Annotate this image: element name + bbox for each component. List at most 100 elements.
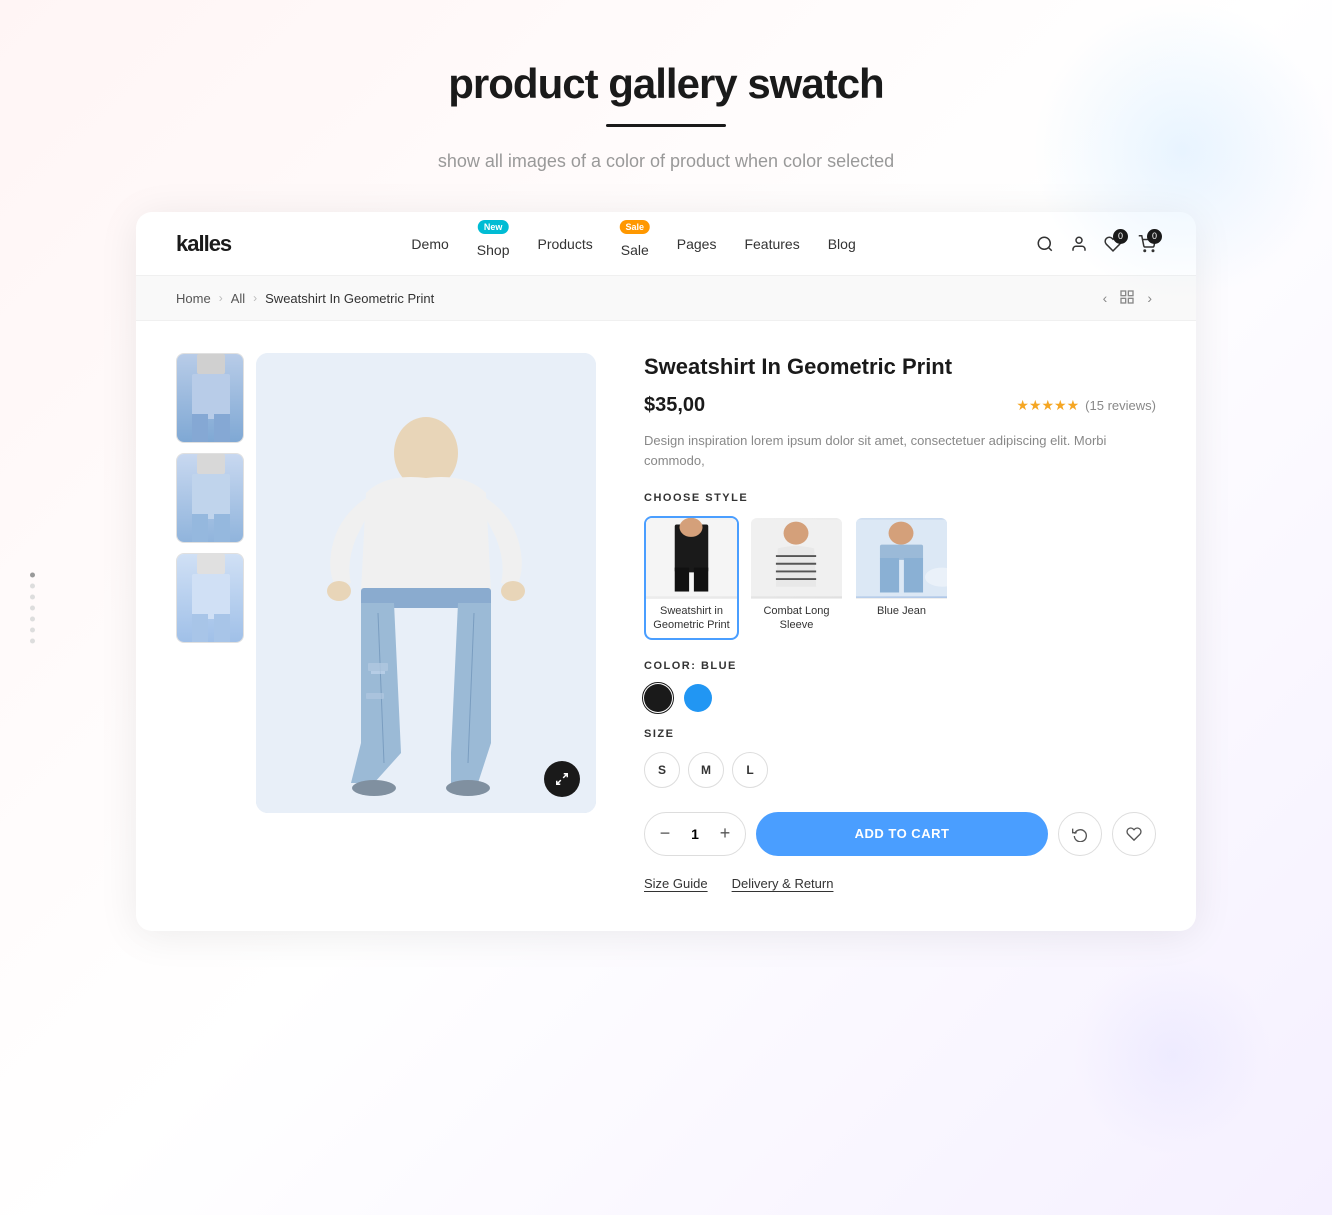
style-swatches: Sweatshirt in Geometric Print [644,516,1156,640]
size-options: S M L [644,752,1156,788]
nav-badge-sale: Sale [619,220,650,234]
product-section: Sweatshirt In Geometric Print $35,00 ★★★… [136,321,1196,931]
side-dot [30,616,35,621]
cart-row: − 1 + ADD TO CART [644,812,1156,856]
wishlist-button[interactable]: 0 [1104,235,1122,253]
thumb-image-1 [177,354,244,443]
size-s[interactable]: S [644,752,680,788]
cart-count: 0 [1147,229,1162,244]
size-label: SIZE [644,728,1156,740]
breadcrumb-sep-1: › [219,291,223,305]
thumbnail-2[interactable] [176,453,244,543]
style-swatch-1[interactable]: Sweatshirt in Geometric Print [644,516,739,640]
product-links: Size Guide Delivery & Return [644,876,1156,891]
side-dot [30,638,35,643]
breadcrumb-home[interactable]: Home [176,291,211,306]
title-underline [606,124,726,127]
nav-links: Demo New Shop Products Sale Sale Pages F [411,230,855,258]
breadcrumb-prev-button[interactable]: ‹ [1099,288,1112,308]
zoom-button[interactable] [544,761,580,797]
refresh-icon [1072,826,1088,842]
breadcrumb-sep-2: › [253,291,257,305]
main-product-image [256,353,596,813]
style-swatch-label-3: Blue Jean [856,598,947,623]
thumbnail-1[interactable] [176,353,244,443]
breadcrumb-grid-button[interactable] [1119,289,1135,308]
nav-icons: 0 0 [1036,235,1156,253]
delivery-return-link[interactable]: Delivery & Return [732,876,834,891]
quantity-decrease-button[interactable]: − [649,816,681,852]
store-card: kalles Demo New Shop Products Sale Sale … [136,212,1196,931]
search-button[interactable] [1036,235,1054,253]
product-name: Sweatshirt In Geometric Print [644,353,1156,382]
wishlist-add-button[interactable] [1112,812,1156,856]
swatch-svg-1 [646,518,737,598]
product-rating: ★★★★★ (15 reviews) [1016,397,1156,414]
thumbnail-3[interactable] [176,553,244,643]
page-subtitle: show all images of a color of product wh… [0,151,1332,172]
style-swatch-label-2: Combat Long Sleeve [751,598,842,638]
zoom-icon [555,772,569,786]
nav-item-demo[interactable]: Demo [411,236,448,252]
quantity-control: − 1 + [644,812,746,856]
style-label: CHOOSE STYLE [644,492,1156,504]
grid-icon [1119,289,1135,305]
heart-icon [1126,826,1142,842]
stars: ★★★★★ [1016,397,1079,414]
side-dot [30,605,35,610]
style-swatch-3[interactable]: Blue Jean [854,516,949,640]
nav-item-features[interactable]: Features [744,236,799,252]
nav-logo[interactable]: kalles [176,231,231,257]
side-dot [30,627,35,632]
cart-button[interactable]: 0 [1138,235,1156,253]
review-count: (15 reviews) [1085,398,1156,413]
nav-badge-new: New [478,220,509,234]
breadcrumb-nav: ‹ › [1099,288,1156,308]
nav-item-products[interactable]: Products [537,236,592,252]
style-swatch-img-1 [646,518,737,598]
size-l[interactable]: L [732,752,768,788]
color-label: COLOR: BLUE [644,660,1156,672]
thumb-image-2 [177,454,244,543]
search-icon [1036,235,1054,253]
style-swatch-img-3 [856,518,947,598]
nav-item-blog[interactable]: Blog [828,236,856,252]
style-swatch-img-2 [751,518,842,598]
add-to-cart-button[interactable]: ADD TO CART [756,812,1048,856]
product-info: Sweatshirt In Geometric Print $35,00 ★★★… [644,353,1156,891]
navigation: kalles Demo New Shop Products Sale Sale … [136,212,1196,276]
breadcrumb-current: Sweatshirt In Geometric Print [265,291,434,306]
color-swatch-blue[interactable] [684,684,712,712]
main-product-svg [256,353,596,813]
breadcrumb: Home › All › Sweatshirt In Geometric Pri… [136,276,1196,321]
nav-item-shop[interactable]: New Shop [477,230,510,258]
style-swatch-2[interactable]: Combat Long Sleeve [749,516,844,640]
quantity-increase-button[interactable]: + [709,816,741,852]
product-price: $35,00 [644,394,705,417]
refresh-button[interactable] [1058,812,1102,856]
side-dot [30,572,35,577]
side-dot [30,583,35,588]
style-swatch-label-1: Sweatshirt in Geometric Print [646,598,737,638]
product-gallery [176,353,596,891]
product-price-row: $35,00 ★★★★★ (15 reviews) [644,394,1156,417]
nav-item-sale[interactable]: Sale Sale [621,230,649,258]
breadcrumb-all[interactable]: All [231,291,245,306]
size-m[interactable]: M [688,752,724,788]
side-dots [30,572,35,643]
size-guide-link[interactable]: Size Guide [644,876,708,891]
wishlist-count: 0 [1113,229,1128,244]
thumb-image-3 [177,554,244,643]
side-dot [30,594,35,599]
user-icon [1070,235,1088,253]
thumbnail-list [176,353,244,891]
nav-item-pages[interactable]: Pages [677,236,717,252]
swatch-svg-2 [751,518,842,598]
quantity-value: 1 [681,826,709,842]
user-button[interactable] [1070,235,1088,253]
breadcrumb-next-button[interactable]: › [1143,288,1156,308]
swatch-svg-3 [856,518,947,598]
product-description: Design inspiration lorem ipsum dolor sit… [644,431,1156,473]
page-title: product gallery swatch [0,60,1332,108]
color-swatch-black[interactable] [644,684,672,712]
